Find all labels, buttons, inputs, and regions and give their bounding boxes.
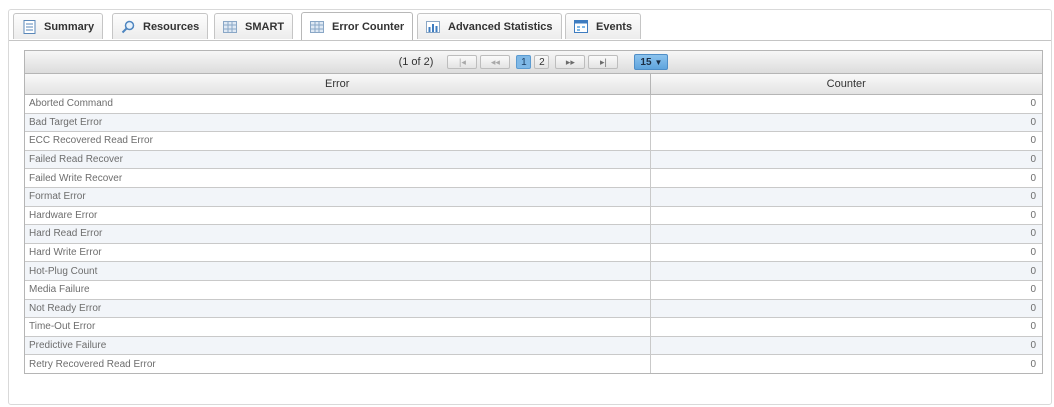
table-row[interactable]: Not Ready Error 0 xyxy=(25,298,1042,318)
tab-label: SMART xyxy=(245,20,285,33)
tab-advanced-statistics[interactable]: Advanced Statistics xyxy=(417,13,562,39)
table-row[interactable]: Hard Write Error 0 xyxy=(25,242,1042,262)
error-cell: Failed Read Recover xyxy=(25,149,651,169)
counter-cell: 0 xyxy=(650,261,1042,281)
document-icon xyxy=(22,19,36,34)
table-row[interactable]: Aborted Command 0 xyxy=(25,94,1042,114)
counter-cell: 0 xyxy=(650,224,1042,244)
first-page-button[interactable]: |◂ xyxy=(447,55,478,69)
error-cell: Not Ready Error xyxy=(25,298,651,318)
counter-cell: 0 xyxy=(650,112,1042,132)
tab-label: Error Counter xyxy=(332,20,405,33)
bar-chart-icon xyxy=(426,20,440,34)
table-row[interactable]: Format Error 0 xyxy=(25,186,1042,207)
table-row[interactable]: Hard Read Error 0 xyxy=(25,224,1042,244)
paginator: (1 of 2) |◂ ◂◂ 1 2 ▸▸ ▸| 15 ▼ xyxy=(25,51,1042,74)
error-cell: Format Error xyxy=(25,186,651,207)
table-row[interactable]: Hot-Plug Count 0 xyxy=(25,261,1042,281)
error-cell: Hot-Plug Count xyxy=(25,261,651,281)
counter-cell: 0 xyxy=(650,94,1042,114)
table-row[interactable]: ECC Recovered Read Error 0 xyxy=(25,131,1042,151)
next-page-button[interactable]: ▸▸ xyxy=(555,55,586,69)
tab-resources[interactable]: Resources xyxy=(112,13,209,39)
data-table: Error Counter Aborted Command 0 Bad Targe… xyxy=(25,74,1042,373)
page-1-button[interactable]: 1 xyxy=(516,55,532,69)
counter-cell: 0 xyxy=(650,317,1042,337)
error-cell: Aborted Command xyxy=(25,94,651,114)
last-page-button[interactable]: ▸| xyxy=(588,55,619,69)
tab-events[interactable]: Events xyxy=(565,13,642,39)
table-row[interactable]: Retry Recovered Read Error 0 xyxy=(25,354,1042,373)
magnifier-icon xyxy=(121,20,135,34)
table-row[interactable]: Media Failure 0 xyxy=(25,279,1042,300)
page-2-button[interactable]: 2 xyxy=(534,55,550,69)
tab-label: Resources xyxy=(143,20,200,33)
counter-cell: 0 xyxy=(650,205,1042,225)
table-row[interactable]: Failed Write Recover 0 xyxy=(25,168,1042,188)
prev-page-button[interactable]: ◂◂ xyxy=(480,55,511,69)
grid-icon xyxy=(223,20,237,34)
rows-per-page-value: 15 xyxy=(640,56,652,68)
tab-label: Events xyxy=(596,20,633,33)
column-header-counter[interactable]: Counter xyxy=(650,74,1042,95)
error-counter-table: (1 of 2) |◂ ◂◂ 1 2 ▸▸ ▸| 15 ▼ Error Coun… xyxy=(24,50,1043,374)
counter-cell: 0 xyxy=(650,131,1042,151)
error-cell: Failed Write Recover xyxy=(25,168,651,188)
counter-cell: 0 xyxy=(650,186,1042,207)
tab-smart[interactable]: SMART xyxy=(214,13,294,39)
error-cell: ECC Recovered Read Error xyxy=(25,131,651,151)
table-row[interactable]: Bad Target Error 0 xyxy=(25,112,1042,132)
calendar-icon xyxy=(574,20,588,34)
error-cell: Predictive Failure xyxy=(25,335,651,355)
error-cell: Hard Write Error xyxy=(25,242,651,262)
error-cell: Bad Target Error xyxy=(25,112,651,132)
counter-cell: 0 xyxy=(650,335,1042,355)
counter-cell: 0 xyxy=(650,168,1042,188)
counter-cell: 0 xyxy=(650,279,1042,300)
table-row[interactable]: Time-Out Error 0 xyxy=(25,317,1042,337)
tab-error-counter[interactable]: Error Counter xyxy=(301,12,414,40)
counter-cell: 0 xyxy=(650,298,1042,318)
error-cell: Hardware Error xyxy=(25,205,651,225)
counter-cell: 0 xyxy=(650,242,1042,262)
dropdown-arrow-icon: ▼ xyxy=(654,57,663,67)
tab-bar: Summary Resources SMART Error Counter Ad… xyxy=(9,10,1051,41)
error-cell: Time-Out Error xyxy=(25,317,651,337)
column-header-error[interactable]: Error xyxy=(25,74,651,95)
tab-summary[interactable]: Summary xyxy=(13,13,104,39)
table-row[interactable]: Predictive Failure 0 xyxy=(25,335,1042,355)
counter-cell: 0 xyxy=(650,354,1042,373)
error-cell: Retry Recovered Read Error xyxy=(25,354,651,373)
counter-cell: 0 xyxy=(650,149,1042,169)
error-cell: Media Failure xyxy=(25,279,651,300)
table-row[interactable]: Hardware Error 0 xyxy=(25,205,1042,225)
table-row[interactable]: Failed Read Recover 0 xyxy=(25,149,1042,169)
tab-label: Advanced Statistics xyxy=(448,20,553,33)
tab-label: Summary xyxy=(44,20,95,33)
error-cell: Hard Read Error xyxy=(25,224,651,244)
rows-per-page-dropdown[interactable]: 15 ▼ xyxy=(634,54,669,70)
page-report: (1 of 2) xyxy=(398,56,434,68)
grid-icon xyxy=(310,20,324,34)
